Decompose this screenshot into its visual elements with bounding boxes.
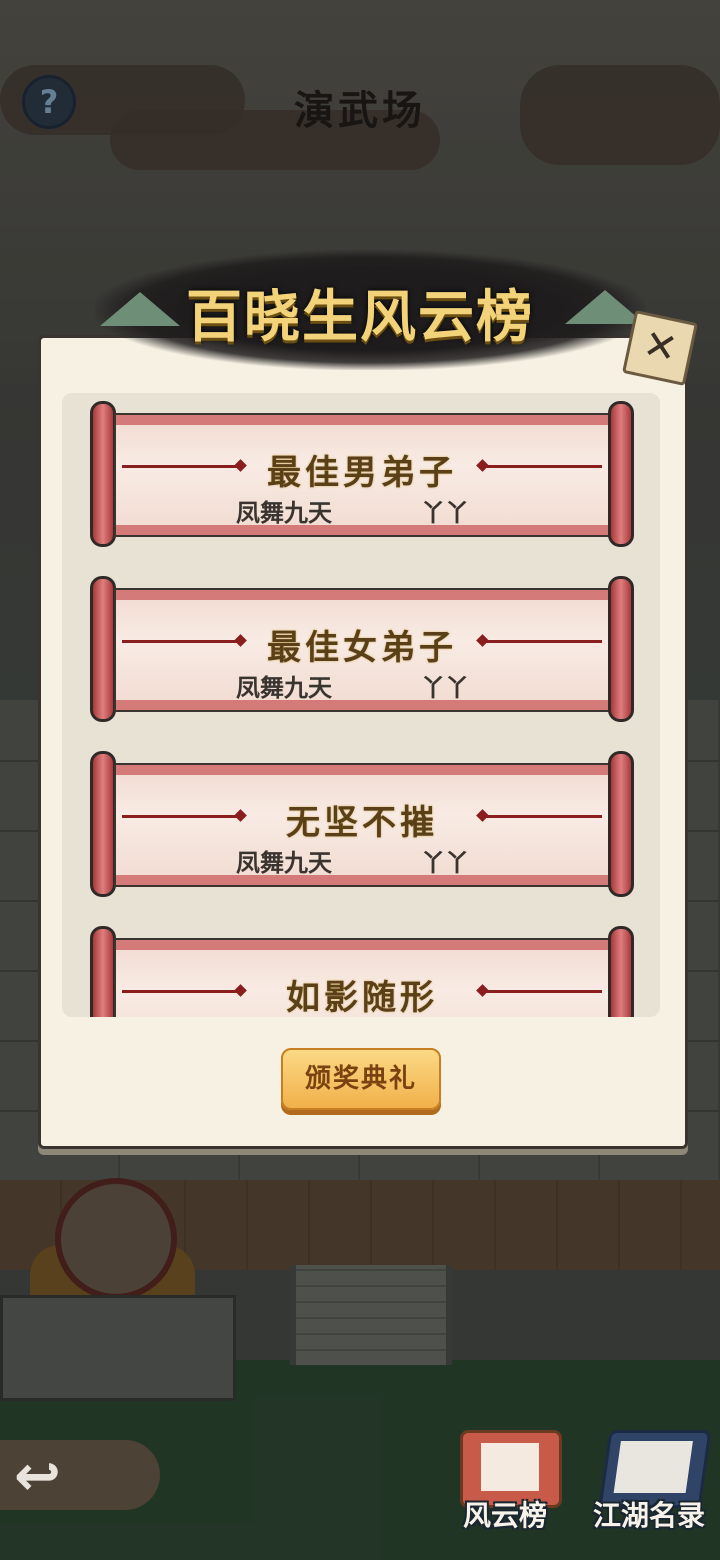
- award-title: 无坚不摧: [286, 803, 438, 843]
- scroll-paper: 最佳男弟子 凤舞九天 丫丫: [114, 413, 610, 537]
- scroll-rod: [608, 576, 634, 722]
- jianghu-directory-nav-button[interactable]: 江湖名录: [584, 1430, 714, 1540]
- scroll-rod: [608, 401, 634, 547]
- award-row: 如影随形: [90, 926, 634, 1017]
- scroll-rod: [90, 751, 116, 897]
- nav-label: 江湖名录: [592, 1499, 705, 1532]
- scroll-paper-icon: [481, 1443, 539, 1491]
- scroll-paper: 如影随形: [114, 938, 610, 1017]
- scroll-rod: [608, 751, 634, 897]
- scroll-rod: [90, 576, 116, 722]
- award-row: 无坚不摧 凤舞九天 丫丫: [90, 751, 634, 897]
- award-list[interactable]: 最佳男弟子 凤舞九天 丫丫 最佳女弟子 凤舞九天 丫丫 无坚不摧 凤舞九天 丫丫: [62, 393, 660, 1017]
- close-button[interactable]: ✕: [622, 310, 698, 386]
- scroll-rod: [90, 401, 116, 547]
- winner-name: 凤舞九天: [236, 674, 332, 702]
- nav-label: 风云榜: [462, 1499, 547, 1532]
- winner-name: 丫丫: [421, 674, 469, 702]
- back-button[interactable]: ↩: [0, 1440, 160, 1510]
- award-row: 最佳女弟子 凤舞九天 丫丫: [90, 576, 634, 722]
- award-title: 如影随形: [286, 978, 438, 1017]
- winner-name: 丫丫: [421, 499, 469, 527]
- scroll-paper: 无坚不摧 凤舞九天 丫丫: [114, 763, 610, 887]
- award-row: 最佳男弟子 凤舞九天 丫丫: [90, 401, 634, 547]
- scroll-rod: [90, 926, 116, 1017]
- award-ceremony-button[interactable]: 颁奖典礼: [281, 1048, 441, 1110]
- book-pages-icon: [613, 1441, 693, 1493]
- winner-name: 凤舞九天: [236, 499, 332, 527]
- winner-name: 凤舞九天: [236, 849, 332, 877]
- scroll-paper: 最佳女弟子 凤舞九天 丫丫: [114, 588, 610, 712]
- back-arrow-icon: ↩: [14, 1444, 61, 1509]
- award-title: 最佳男弟子: [267, 453, 457, 493]
- award-title: 最佳女弟子: [267, 628, 457, 668]
- winner-name: 丫丫: [421, 849, 469, 877]
- scroll-rod: [608, 926, 634, 1017]
- dialog-title: 百晓生风云榜: [186, 284, 534, 350]
- leaderboard-nav-button[interactable]: 风云榜: [440, 1430, 570, 1540]
